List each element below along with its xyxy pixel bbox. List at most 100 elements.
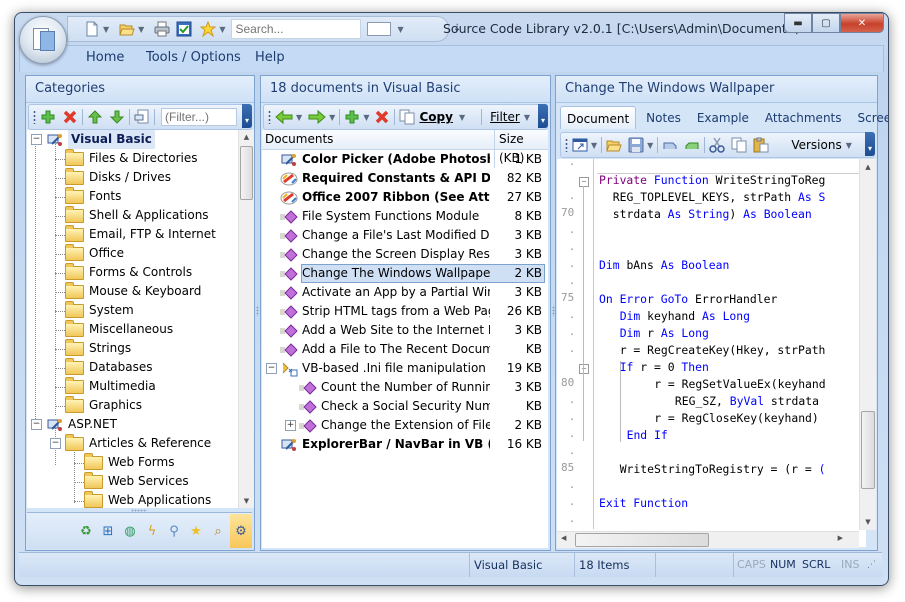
menu-home[interactable]: Home [86, 50, 124, 65]
scrollbar-thumb[interactable] [240, 146, 253, 200]
languages-icon[interactable]: ⚙ [230, 514, 252, 548]
globe-icon[interactable]: ◍ [121, 522, 139, 540]
lightning-icon[interactable]: ϟ [143, 522, 161, 540]
category-item[interactable]: Multimedia [50, 376, 156, 396]
add-icon[interactable] [40, 109, 56, 125]
document-row[interactable]: Change The Windows Wallpaper 2 KB [262, 264, 548, 283]
chevron-down-icon[interactable]: ▼ [329, 113, 335, 122]
chevron-down-icon[interactable]: ▼ [846, 141, 852, 150]
scroll-left-icon[interactable]: ◀ [561, 534, 566, 542]
chevron-down-icon[interactable]: ▼ [397, 25, 403, 34]
delete-document-icon[interactable] [374, 109, 390, 125]
checklist-button[interactable] [176, 21, 192, 37]
menu-help[interactable]: Help [255, 50, 285, 65]
scroll-up-icon[interactable]: ▲ [860, 163, 876, 171]
expand-icon[interactable]: + [285, 420, 296, 431]
fold-collapse-icon[interactable]: − [579, 177, 589, 187]
category-item[interactable]: Graphics [50, 395, 142, 415]
paste-icon[interactable] [753, 137, 769, 153]
scroll-right-icon[interactable]: ▶ [838, 534, 843, 542]
delete-icon[interactable] [62, 109, 78, 125]
toolbar-options-button[interactable]: ▾ [538, 104, 548, 128]
chevron-down-icon[interactable]: ▼ [296, 113, 302, 122]
category-item[interactable]: Miscellaneous [50, 319, 173, 339]
column-documents[interactable]: Documents [265, 130, 333, 149]
code-editor[interactable]: ..70....75...80....85...−−Private Functi… [557, 159, 866, 547]
add-document-icon[interactable] [344, 109, 360, 125]
category-item[interactable]: Shell & Applications [50, 205, 209, 225]
print-button[interactable] [154, 21, 170, 37]
document-row[interactable]: Change the Screen Display Resolu... 3 KB [262, 245, 548, 264]
document-row[interactable]: Strip HTML tags from a Web Page... 26 KB [262, 302, 548, 321]
toolbar-grip[interactable] [33, 110, 36, 124]
open-folder-icon[interactable] [606, 137, 622, 153]
collapse-icon[interactable]: − [31, 134, 42, 145]
category-item[interactable]: Files & Directories [50, 148, 198, 168]
move-down-icon[interactable] [109, 109, 125, 125]
resize-grip-icon[interactable]: ⋰ [867, 553, 876, 577]
tab-example[interactable]: Example [691, 106, 755, 128]
tab-attachments[interactable]: Attachments [759, 106, 848, 128]
document-row[interactable]: Add a Web Site to the Internet Exp... 3 K… [262, 321, 548, 340]
copy-button[interactable]: Copy [419, 110, 452, 124]
open-button[interactable]: ▼ [119, 21, 144, 37]
maximize-button[interactable]: ▢ [812, 13, 840, 33]
document-row[interactable]: Required Constants & API Decla... 82 KB [262, 169, 548, 188]
toolbar-options-button[interactable]: ▾ [242, 104, 252, 128]
document-row[interactable]: Activate an App by a Partial Wind... 3 KB [262, 283, 548, 302]
close-button[interactable]: ✕ [840, 13, 884, 33]
chevron-down-icon[interactable]: ▼ [591, 141, 597, 150]
category-item[interactable]: Web Services [69, 471, 189, 491]
document-row[interactable]: Color Picker (Adobe Photoshop ... 1 KB [262, 150, 548, 169]
cut-icon[interactable] [709, 137, 726, 153]
minimize-button[interactable]: ▬ [784, 13, 812, 33]
category-item[interactable]: Databases [50, 357, 153, 377]
code-horizontal-scrollbar[interactable]: ◀ ▶ [557, 531, 859, 548]
document-row[interactable]: Count the Number of Running... 3 KB [262, 378, 548, 397]
category-item[interactable]: Strings [50, 338, 131, 358]
windows-icon[interactable]: ⊞ [99, 522, 117, 540]
document-row[interactable]: + Change the Extension of Files i... 2 KB [262, 416, 548, 435]
scroll-up-icon[interactable]: ▲ [239, 133, 254, 141]
category-item[interactable]: − Articles & Reference [50, 433, 211, 453]
search-icon[interactable]: ⚲ [165, 522, 183, 540]
document-row[interactable]: − VB-based .Ini file manipulation clas 19 … [262, 359, 548, 378]
new-document-button[interactable]: ▼ [84, 21, 109, 37]
collapse-icon[interactable]: − [266, 363, 277, 374]
document-row[interactable]: Change a File's Last Modified Date... 3 K… [262, 226, 548, 245]
category-item[interactable]: Fonts [50, 186, 121, 206]
versions-button[interactable]: Versions [791, 138, 841, 152]
category-filter-input[interactable] [161, 108, 237, 126]
category-item[interactable]: Disks / Drives [50, 167, 171, 187]
splitter-handle[interactable] [256, 306, 259, 316]
move-up-icon[interactable] [87, 109, 103, 125]
document-row[interactable]: Check a Social Security Numb... KB [262, 397, 548, 416]
document-row[interactable]: Add a File to The Recent Docume... KB [262, 340, 548, 359]
collapse-icon[interactable]: − [31, 419, 42, 430]
category-item[interactable]: Email, FTP & Internet [50, 224, 216, 244]
scroll-down-icon[interactable]: ▼ [860, 518, 876, 526]
application-menu-button[interactable] [19, 16, 67, 64]
toolbar-options-button[interactable]: ▾ [865, 132, 875, 156]
scroll-down-icon[interactable]: ▼ [239, 497, 254, 505]
undo-icon[interactable] [662, 137, 678, 153]
chevron-down-icon[interactable]: ▼ [219, 25, 225, 34]
tab-notes[interactable]: Notes [640, 106, 687, 128]
filter-button[interactable]: Filter [490, 110, 520, 124]
tab-screenshots[interactable]: Screenshots [852, 106, 888, 128]
chevron-down-icon[interactable]: ▼ [363, 113, 369, 122]
properties-icon[interactable] [134, 109, 150, 125]
chevron-down-icon[interactable]: ▼ [138, 25, 144, 34]
category-item[interactable]: Web Applications [69, 490, 211, 508]
chevron-down-icon[interactable]: ▼ [647, 141, 653, 150]
fold-collapse-icon[interactable]: − [579, 364, 589, 374]
menu-tools-options[interactable]: Tools / Options [146, 50, 241, 65]
back-icon[interactable] [275, 109, 293, 125]
category-item[interactable]: Web Forms [69, 452, 174, 472]
code-vertical-scrollbar[interactable]: ▲ ▼ [859, 159, 876, 530]
copy-icon[interactable] [731, 137, 747, 153]
scrollbar-thumb[interactable] [575, 533, 709, 547]
category-tree-scrollbar[interactable]: ▲ ▼ [238, 130, 254, 508]
redo-icon[interactable] [684, 137, 700, 153]
category-item[interactable]: − Visual Basic [31, 130, 155, 149]
